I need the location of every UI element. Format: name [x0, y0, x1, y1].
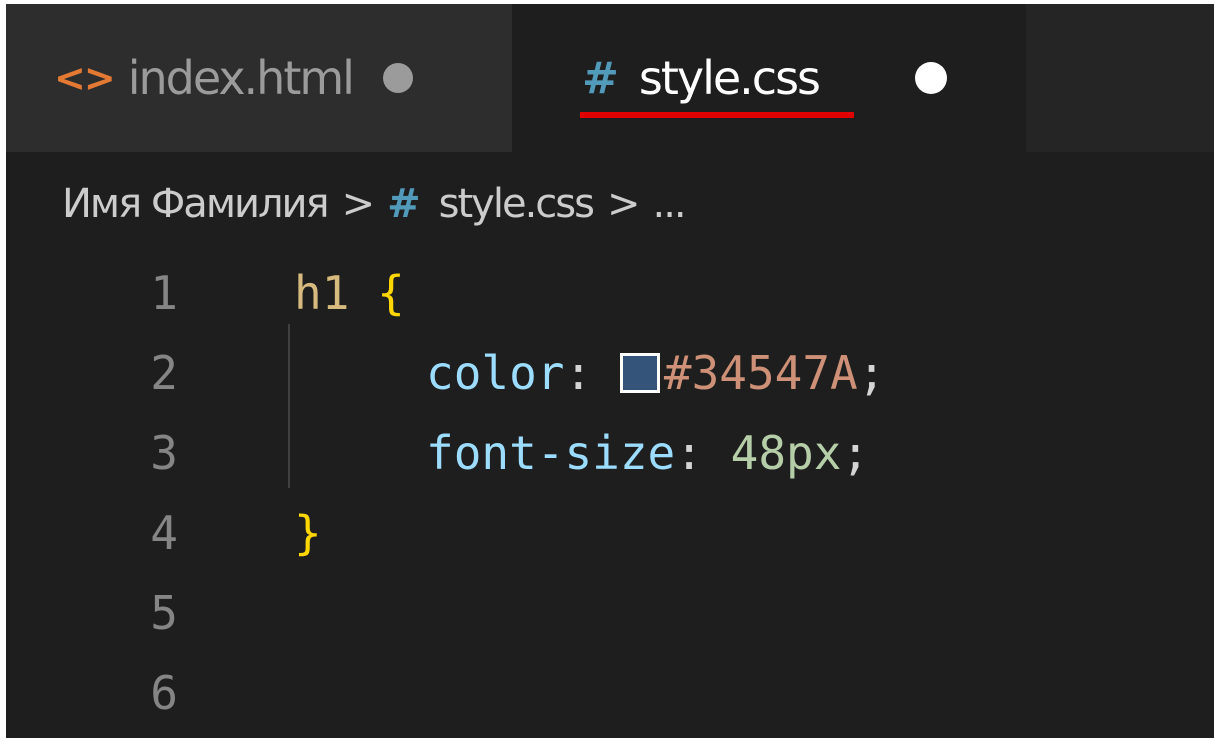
semicolon: ; — [857, 346, 886, 400]
code-line-2: 2 color: #34547A; — [6, 336, 1214, 416]
breadcrumb-folder[interactable]: Имя Фамилия — [62, 181, 330, 227]
open-brace: { — [377, 266, 405, 320]
close-brace: } — [294, 506, 322, 560]
breadcrumb: Имя Фамилия > # style.css > ... — [62, 174, 687, 234]
code-line-3: 3 font-size: 48px; — [6, 416, 1214, 496]
line-number: 2 — [150, 346, 178, 400]
unsaved-dot-icon[interactable] — [382, 63, 413, 93]
css-property: color — [426, 346, 565, 400]
tab-label: style.css — [638, 51, 821, 105]
line-number: 1 — [150, 266, 178, 320]
semicolon: ; — [841, 426, 870, 480]
colon: : — [564, 346, 593, 400]
html-file-icon: <> — [54, 56, 116, 100]
code-line-6: 6 — [6, 656, 1214, 736]
tab-style-css[interactable]: # style.css — [512, 4, 1026, 152]
line-number: 4 — [150, 506, 178, 560]
chevron-right-icon: > — [606, 181, 640, 227]
breadcrumb-file[interactable]: style.css — [439, 181, 595, 227]
css-value: 48px — [730, 426, 842, 480]
css-value: #34547A — [663, 346, 858, 400]
line-number: 6 — [150, 666, 178, 720]
code-line-5: 5 — [6, 576, 1214, 656]
code-area[interactable]: 1 h1 { 2 color: #34547A; 3 font-size: 48… — [6, 256, 1214, 736]
code-line-4: 4 } — [6, 496, 1214, 576]
tab-index-html[interactable]: <> index.html — [6, 4, 512, 152]
tab-bar: <> index.html # style.css — [6, 4, 1214, 152]
colon: : — [675, 426, 703, 480]
line-number: 5 — [150, 586, 178, 640]
css-selector: h1 — [294, 266, 350, 320]
tab-label: index.html — [127, 51, 355, 105]
line-number: 3 — [150, 426, 178, 480]
css-file-icon: # — [582, 52, 619, 104]
color-swatch-icon[interactable] — [619, 353, 660, 393]
code-editor: <> index.html # style.css Имя Фамилия > … — [6, 4, 1214, 738]
red-underline-annotation — [580, 112, 854, 118]
breadcrumb-symbols[interactable]: ... — [652, 181, 686, 227]
code-line-1: 1 h1 { — [6, 256, 1214, 336]
css-property: font-size — [426, 426, 676, 480]
css-file-icon: # — [387, 181, 421, 227]
chevron-right-icon: > — [341, 181, 375, 227]
unsaved-dot-icon[interactable] — [915, 62, 948, 94]
